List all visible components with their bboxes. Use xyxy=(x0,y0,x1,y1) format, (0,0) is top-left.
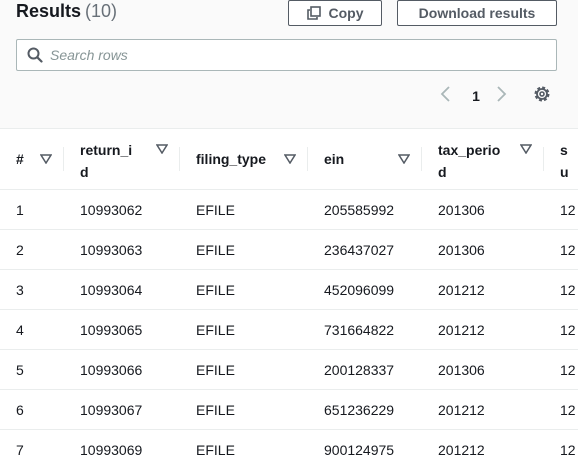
search-icon xyxy=(20,40,50,70)
table-cell-filing-type: EFILE xyxy=(180,389,308,430)
table-cell-sub-date: 12 xyxy=(544,349,578,390)
sort-caret-icon xyxy=(284,154,296,164)
chevron-left-icon xyxy=(439,85,453,108)
results-count: (10) xyxy=(85,1,118,21)
table-cell-ein: 452096099 xyxy=(308,269,422,310)
table-cell-index: 4 xyxy=(0,309,64,350)
page-title: Results (10) xyxy=(16,0,117,22)
table-cell-tax-period: 201306 xyxy=(422,349,544,390)
table-cell-ein: 205585992 xyxy=(308,189,422,230)
table-cell-ein: 200128337 xyxy=(308,349,422,390)
sort-caret-icon xyxy=(520,144,532,154)
table-cell-return-id: 10993062 xyxy=(64,189,180,230)
sort-caret-icon xyxy=(398,154,410,164)
table-cell-tax-period: 201212 xyxy=(422,309,544,350)
table-cell-index: 3 xyxy=(0,269,64,310)
table-cell-filing-type: EFILE xyxy=(180,229,308,270)
copy-button[interactable]: Copy xyxy=(288,0,382,26)
table-cell-return-id: 10993066 xyxy=(64,349,180,390)
table-cell-ein: 651236229 xyxy=(308,389,422,430)
table-cell-tax-period: 201212 xyxy=(422,389,544,430)
table-cell-filing-type: EFILE xyxy=(180,309,308,350)
table-cell-ein: 731664822 xyxy=(308,309,422,350)
search-input[interactable] xyxy=(50,41,530,69)
results-table: # return_id filing_type ein tax_period s… xyxy=(0,129,578,459)
table-cell-tax-period: 201212 xyxy=(422,429,544,459)
table-header-row: # return_id filing_type ein tax_period s… xyxy=(0,129,578,190)
col-index-label: # xyxy=(16,151,24,167)
col-filing-type-label: filing_type xyxy=(196,151,267,167)
previous-page-button[interactable] xyxy=(439,84,459,108)
table-cell-return-id: 10993064 xyxy=(64,269,180,310)
gear-icon xyxy=(532,84,552,109)
table-cell-sub-date: 12 xyxy=(544,429,578,459)
download-results-button[interactable]: Download results xyxy=(397,0,557,26)
sort-caret-icon xyxy=(156,144,168,154)
preferences-button[interactable] xyxy=(532,84,556,108)
table-row[interactable]: 5 10993066 EFILE 200128337 201306 12 xyxy=(0,349,578,390)
download-label: Download results xyxy=(418,5,536,21)
table-cell-index: 6 xyxy=(0,389,64,430)
table-cell-filing-type: EFILE xyxy=(180,429,308,459)
copy-label: Copy xyxy=(328,5,364,21)
table-cell-ein: 236437027 xyxy=(308,229,422,270)
col-sub-date-label: su xyxy=(560,142,569,180)
copy-icon xyxy=(306,6,321,20)
table-cell-tax-period: 201212 xyxy=(422,269,544,310)
col-tax-period-label: tax_period xyxy=(438,142,501,180)
table-cell-return-id: 10993065 xyxy=(64,309,180,350)
col-ein-header[interactable]: ein xyxy=(308,129,422,190)
table-cell-sub-date: 12 xyxy=(544,389,578,430)
col-index-header[interactable]: # xyxy=(0,129,64,190)
table-cell-return-id: 10993069 xyxy=(64,429,180,459)
table-cell-index: 5 xyxy=(0,349,64,390)
table-body: 1 10993062 EFILE 205585992 201306 12 2 10993063… xyxy=(0,189,578,459)
col-tax-period-header[interactable]: tax_period xyxy=(422,129,544,190)
table-cell-sub-date: 12 xyxy=(544,189,578,230)
chevron-right-icon xyxy=(494,85,508,108)
table-row[interactable]: 3 10993064 EFILE 452096099 201212 12 xyxy=(0,269,578,310)
col-return-id-header[interactable]: return_id xyxy=(64,129,180,190)
table-cell-sub-date: 12 xyxy=(544,229,578,270)
table-row[interactable]: 6 10993067 EFILE 651236229 201212 12 xyxy=(0,389,578,430)
results-table-container: # return_id filing_type ein tax_period s… xyxy=(0,128,578,459)
col-return-id-label: return_id xyxy=(80,142,133,180)
table-cell-tax-period: 201306 xyxy=(422,229,544,270)
col-ein-label: ein xyxy=(324,151,345,167)
results-title: Results xyxy=(16,1,82,21)
col-sub-date-header[interactable]: su xyxy=(544,129,578,190)
table-cell-index: 2 xyxy=(0,229,64,270)
table-cell-sub-date: 12 xyxy=(544,309,578,350)
table-row[interactable]: 7 10993069 EFILE 900124975 201212 12 xyxy=(0,429,578,459)
table-cell-return-id: 10993067 xyxy=(64,389,180,430)
table-cell-filing-type: EFILE xyxy=(180,269,308,310)
table-cell-tax-period: 201306 xyxy=(422,189,544,230)
sort-caret-icon xyxy=(40,154,52,164)
table-row[interactable]: 2 10993063 EFILE 236437027 201306 12 xyxy=(0,229,578,270)
col-filing-type-header[interactable]: filing_type xyxy=(180,129,308,190)
table-row[interactable]: 1 10993062 EFILE 205585992 201306 12 xyxy=(0,189,578,230)
current-page-number[interactable]: 1 xyxy=(468,84,484,108)
table-row[interactable]: 4 10993065 EFILE 731664822 201212 12 xyxy=(0,309,578,350)
table-cell-filing-type: EFILE xyxy=(180,189,308,230)
table-cell-sub-date: 12 xyxy=(544,269,578,310)
table-cell-filing-type: EFILE xyxy=(180,349,308,390)
search-box xyxy=(16,39,557,71)
table-cell-ein: 900124975 xyxy=(308,429,422,459)
table-cell-return-id: 10993063 xyxy=(64,229,180,270)
results-header-panel: Results(10) Copy Download results 1 xyxy=(0,0,578,128)
table-cell-index: 7 xyxy=(0,429,64,459)
next-page-button[interactable] xyxy=(494,84,514,108)
table-cell-index: 1 xyxy=(0,189,64,230)
